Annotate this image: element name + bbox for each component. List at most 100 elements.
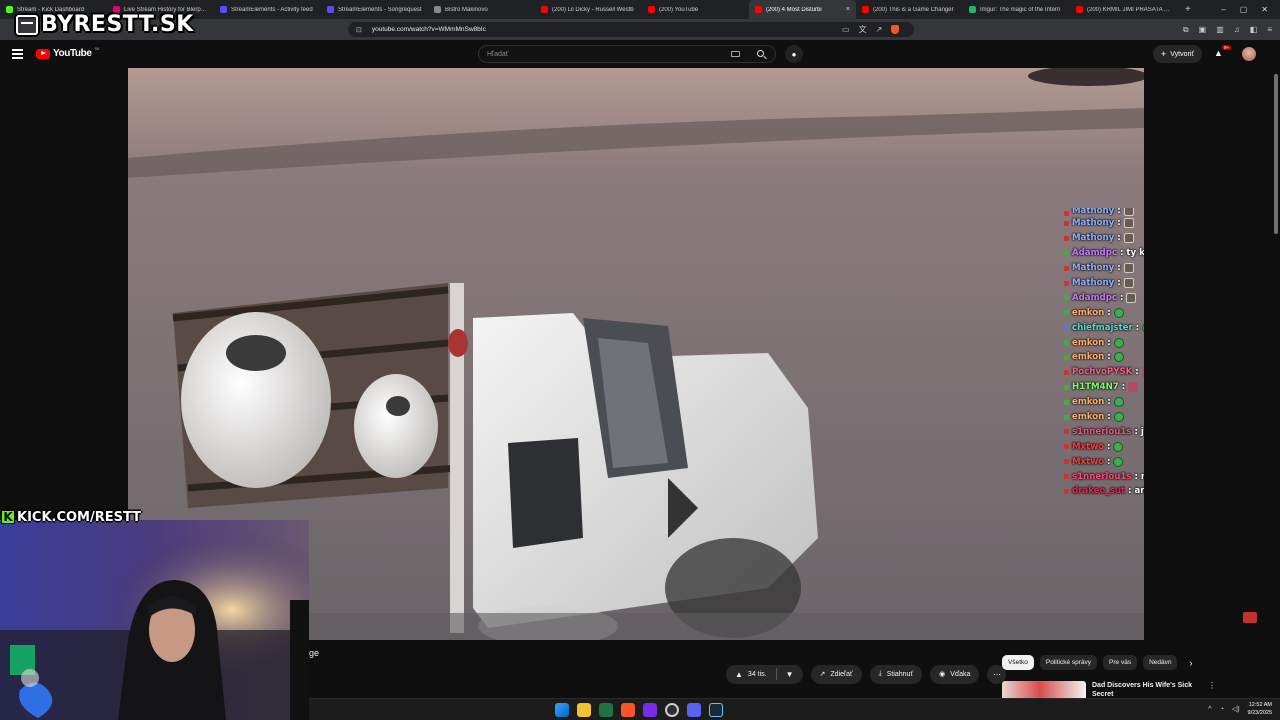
keyboard-icon[interactable]	[731, 51, 740, 57]
chat-separator: :	[1107, 441, 1111, 452]
windows-start-icon[interactable]	[555, 703, 569, 717]
browser-tab[interactable]: (200) KRMIL JIMI PRASATA | ka	[1070, 0, 1177, 19]
kick-chat-overlay: Mathony:Mathony:Mathony:Adamdpc:ty kokot…	[1064, 208, 1144, 508]
like-button[interactable]: ▲ 34 tis.	[726, 665, 776, 684]
chat-username: emkon	[1072, 307, 1105, 318]
excel-icon[interactable]	[599, 703, 613, 717]
youtube-wordmark: YouTube	[53, 48, 92, 59]
chat-username: Mathony	[1072, 263, 1115, 274]
network-icon[interactable]: ◔	[1220, 706, 1224, 713]
minimize-icon[interactable]: –	[1221, 5, 1225, 14]
youtube-logo[interactable]: YouTube SK	[36, 46, 100, 59]
chat-message: s1nnerlou1s:ja	[1064, 424, 1144, 439]
account-avatar[interactable]	[1242, 47, 1256, 61]
chat-separator: :	[1107, 307, 1111, 318]
chat-badge-icon	[1064, 310, 1069, 316]
wallet-icon[interactable]: ▣	[1199, 25, 1207, 34]
maximize-icon[interactable]: ▢	[1240, 5, 1248, 14]
chat-username: Mathony	[1072, 233, 1115, 244]
webcam-image	[0, 520, 309, 720]
chat-separator: :	[1135, 367, 1139, 378]
browser-tab[interactable]: (200) YouTube	[642, 0, 749, 19]
share-button[interactable]: ↗ Zdieľať	[810, 664, 862, 684]
address-bar[interactable]: ⊡ youtube.com/watch?v=WMmMnSw8bIc	[348, 22, 914, 37]
taskbar-apps	[555, 703, 723, 717]
browser-tab[interactable]: StreamElements - Songrequest	[321, 0, 428, 19]
thanks-button[interactable]: ◉ Vďaka	[930, 664, 980, 684]
sidepanel-icon[interactable]: ◧	[1250, 25, 1258, 34]
translate-icon[interactable]: 文	[859, 24, 867, 35]
file-explorer-icon[interactable]	[577, 703, 591, 717]
chat-emote-icon	[1123, 218, 1134, 229]
download-label: Stiahnuť	[886, 670, 914, 678]
new-tab-button[interactable]: +	[1177, 4, 1199, 15]
chat-separator: :	[1107, 337, 1111, 348]
discord-icon[interactable]	[687, 703, 701, 717]
dislike-button[interactable]: ▼	[777, 665, 803, 684]
browser-tab[interactable]: (200) 4 Most Disturbi ×	[749, 0, 856, 19]
chat-emote-icon	[1126, 292, 1137, 303]
chips-next-icon[interactable]: ›	[1183, 658, 1192, 668]
hamburger-menu-icon[interactable]	[12, 49, 23, 61]
browser-tab[interactable]: (200) Lil Dicky - Russell Westb	[535, 0, 642, 19]
tab-close-icon[interactable]: ×	[846, 6, 850, 13]
sidebar-icon[interactable]: ▥	[1216, 25, 1224, 34]
filter-chip[interactable]: Politické správy	[1039, 655, 1098, 670]
download-button[interactable]: ⤓ Stiahnuť	[869, 664, 923, 684]
filter-chip[interactable]: Nedávn	[1143, 655, 1178, 670]
brave-shield-icon[interactable]	[891, 25, 900, 34]
brave-browser-icon[interactable]	[621, 703, 635, 717]
taskbar-clock[interactable]: 12:52 AM 9/23/2025	[1248, 701, 1272, 717]
browser-tab[interactable]: Bistro Makinovo	[428, 0, 535, 19]
filter-chip[interactable]: Všetko	[1002, 655, 1034, 670]
close-window-icon[interactable]: ✕	[1261, 5, 1268, 14]
tab-favicon-icon	[648, 6, 655, 13]
chat-message: emkon:	[1064, 395, 1144, 410]
chat-message: s1nnerlou1s:mi jebalo	[1064, 469, 1144, 484]
cast-icon[interactable]: ▭	[842, 25, 850, 34]
stream-watermark: BYRESTT.SK	[16, 12, 194, 37]
like-dislike-group: ▲ 34 tis. ▼	[726, 664, 803, 684]
tab-favicon-icon	[862, 6, 869, 13]
notifications-bell-icon[interactable]: ▲	[1214, 48, 1223, 58]
chat-emote-icon	[1128, 382, 1139, 393]
tab-title: (200) KRMIL JIMI PRASATA | ka	[1087, 6, 1171, 13]
filter-chip[interactable]: Pre vás	[1103, 655, 1138, 670]
channel-logo-icon	[1243, 612, 1257, 623]
chat-emote-icon	[1123, 263, 1134, 274]
chat-username: Mxtwo	[1072, 456, 1105, 467]
tab-title: Imgur: The magic of the Intern	[980, 6, 1061, 13]
chat-username: PochvoPYSK	[1072, 367, 1133, 378]
desktop-screen: + Stream - Kick Dashboard Live Stream His…	[0, 0, 1280, 720]
create-button[interactable]: + Vytvoriť	[1153, 45, 1203, 63]
volume-icon[interactable]: ◁)	[1232, 705, 1240, 713]
chat-separator: :	[1135, 322, 1140, 333]
search-input[interactable]: Hľadať	[478, 45, 776, 63]
music-icon[interactable]: ♫	[1234, 25, 1240, 34]
webcam-overlay	[0, 520, 309, 720]
bookmark-icon[interactable]: ⊡	[356, 26, 362, 34]
chat-separator: :	[1119, 292, 1124, 303]
address-url[interactable]: youtube.com/watch?v=WMmMnSw8bIc	[372, 26, 486, 33]
tab-favicon-icon	[327, 6, 334, 13]
clock-time: 12:52 AM	[1248, 702, 1272, 708]
browser-tab[interactable]: (200) This is a Game Changer	[856, 0, 963, 19]
menu-icon[interactable]: ≡	[1267, 25, 1272, 34]
tab-favicon-icon	[969, 6, 976, 13]
tray-expand-icon[interactable]: ^	[1208, 706, 1211, 713]
browser-tab[interactable]: StreamElements - Activity feed	[214, 0, 321, 19]
search-icon[interactable]	[757, 50, 764, 57]
twitch-icon[interactable]	[643, 703, 657, 717]
steam-icon[interactable]	[709, 703, 723, 717]
chat-text: ty kokot	[1126, 248, 1144, 259]
create-label: Vytvoriť	[1170, 50, 1195, 58]
obs-icon[interactable]	[665, 703, 679, 717]
browser-tab[interactable]: Imgur: The magic of the Intern	[963, 0, 1070, 19]
chat-badge-icon	[1064, 295, 1069, 301]
extensions-icon[interactable]: ⧉	[1183, 25, 1189, 35]
page-scrollbar[interactable]	[1274, 74, 1278, 234]
tab-favicon-icon	[1076, 6, 1083, 13]
voice-search-button[interactable]: ●	[785, 45, 803, 63]
share-page-icon[interactable]: ↗	[876, 25, 883, 34]
chat-text: mi jebalo	[1141, 472, 1144, 482]
